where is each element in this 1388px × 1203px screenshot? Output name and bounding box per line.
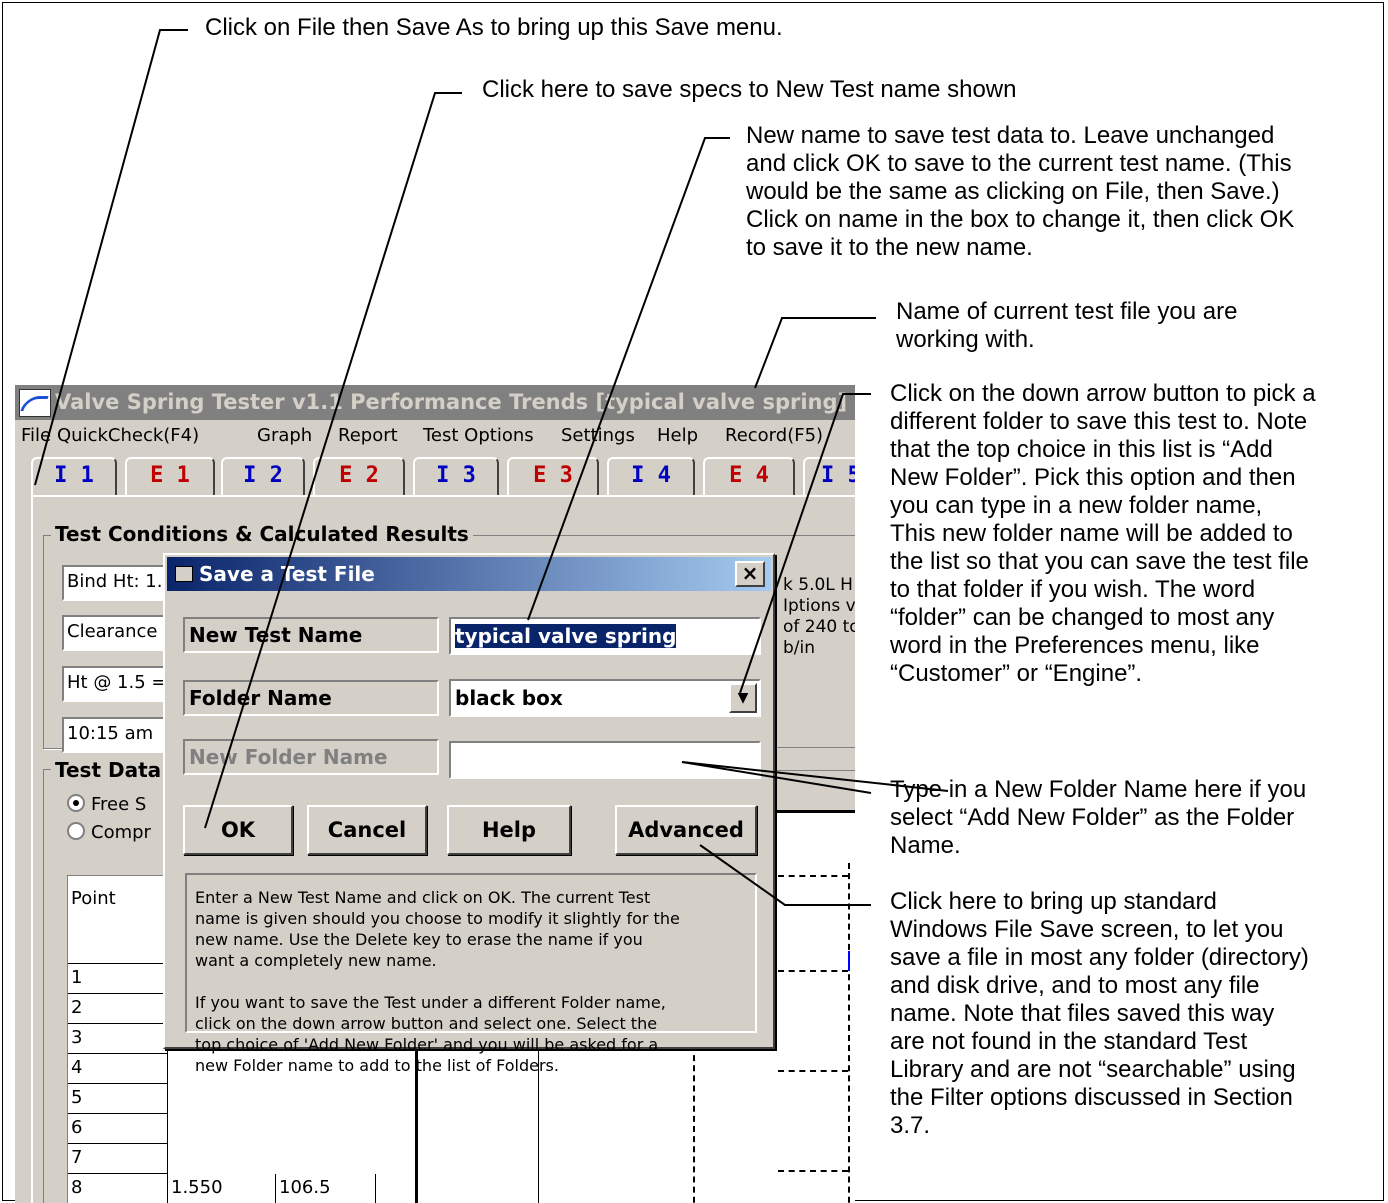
graph-gridline	[778, 1070, 848, 1072]
new-test-name-value: typical valve spring	[455, 624, 677, 648]
annotation-file-save-as: Click on File then Save As to bring up t…	[205, 14, 783, 41]
dialog-titlebar: Save a Test File ×	[167, 557, 771, 591]
annotation-advanced: Click here to bring up standard Windows …	[890, 888, 1309, 1139]
help-button[interactable]: Help	[447, 805, 571, 855]
tab-e1[interactable]: E 1	[125, 457, 215, 495]
radio-free-label: Free S	[91, 794, 147, 815]
save-dialog: Save a Test File × New Test Name typical…	[163, 553, 775, 1075]
menu-report[interactable]: Report	[338, 421, 398, 451]
tab-e3[interactable]: E 3	[507, 457, 599, 495]
menu-graph[interactable]: Graph	[257, 421, 312, 451]
grid-row-5[interactable]: 5	[68, 1084, 168, 1114]
new-test-name-input[interactable]: typical valve spring	[449, 617, 761, 655]
folder-name-value: black box	[455, 686, 563, 710]
spec-text-partial: k 5.0L H Iptions v of 240 to b/in	[783, 575, 855, 658]
grid-cell-8-b[interactable]: 106.5	[276, 1174, 376, 1203]
menu-record[interactable]: Record(F5)	[725, 421, 823, 451]
folder-name-select[interactable]: black box ▼	[449, 679, 761, 717]
chevron-down-icon[interactable]: ▼	[729, 683, 757, 713]
grid-row-7[interactable]: 7	[68, 1144, 168, 1174]
annotation-ok-button: Click here to save specs to New Test nam…	[482, 76, 1017, 103]
graph-gridline	[848, 863, 850, 1203]
tab-strip: I 1 E 1 I 2 E 2 I 3 E 3 I 4 E 4 I 5	[15, 457, 855, 497]
tab-i5[interactable]: I 5	[803, 457, 855, 495]
advanced-button[interactable]: Advanced	[615, 805, 757, 855]
radio-free[interactable]: Free S	[67, 794, 146, 815]
app-title: Valve Spring Tester v1.1 Performance Tre…	[55, 390, 848, 414]
new-test-name-label: New Test Name	[183, 617, 439, 653]
dialog-help-text: Enter a New Test Name and click on OK. T…	[185, 873, 757, 1075]
close-button[interactable]: ×	[735, 561, 765, 587]
tab-i2[interactable]: I 2	[221, 457, 305, 495]
annotation-current-file: Name of current test file you are workin…	[896, 298, 1238, 353]
dialog-title: Save a Test File	[199, 562, 375, 586]
radio-compressed-label: Compr	[91, 822, 151, 843]
grid-row-3[interactable]: 3	[68, 1024, 168, 1054]
menu-settings[interactable]: Settings	[561, 421, 635, 451]
radio-dot-selected-icon	[67, 794, 85, 812]
new-folder-name-input[interactable]	[449, 741, 761, 779]
graph-gridline	[778, 1170, 848, 1172]
grid-row-6[interactable]: 6	[68, 1114, 168, 1144]
grid-cell-8-a[interactable]: 1.550	[168, 1174, 276, 1203]
menu-bar: File QuickCheck(F4) Graph Report Test Op…	[15, 421, 855, 451]
annotation-new-folder-name: Type in a New Folder Name here if you se…	[890, 776, 1307, 859]
tab-i4[interactable]: I 4	[607, 457, 695, 495]
menu-quickcheck[interactable]: QuickCheck(F4)	[57, 421, 199, 451]
cancel-button[interactable]: Cancel	[307, 805, 427, 855]
menu-file[interactable]: File	[21, 421, 51, 451]
radio-dot-icon	[67, 822, 85, 840]
graph-gridline	[778, 875, 848, 877]
grid-row-2[interactable]: 2	[68, 994, 168, 1024]
tab-i3[interactable]: I 3	[413, 457, 499, 495]
menu-help[interactable]: Help	[657, 421, 698, 451]
grid-header-point: Point	[68, 876, 168, 964]
tab-e4[interactable]: E 4	[703, 457, 795, 495]
app-titlebar: Valve Spring Tester v1.1 Performance Tre…	[15, 385, 855, 420]
toolbar-partial	[775, 747, 855, 771]
graph-marker	[848, 951, 850, 971]
app-logo-icon	[19, 389, 51, 417]
radio-compressed[interactable]: Compr	[67, 822, 151, 843]
ok-button[interactable]: OK	[183, 805, 293, 855]
folder-name-label: Folder Name	[183, 680, 439, 716]
conditions-group-label: Test Conditions & Calculated Results	[51, 522, 473, 546]
tab-e2[interactable]: E 2	[313, 457, 405, 495]
dialog-window-icon	[175, 566, 193, 582]
annotation-new-name: New name to save test data to. Leave unc…	[746, 122, 1295, 261]
annotation-folder-dropdown: Click on the down arrow button to pick a…	[890, 380, 1316, 687]
grid-row-1[interactable]: 1	[68, 964, 168, 994]
menu-test-options[interactable]: Test Options	[423, 421, 534, 451]
new-folder-name-label: New Folder Name	[183, 739, 439, 775]
dialog-help-text-content: Enter a New Test Name and click on OK. T…	[195, 888, 680, 1075]
grid-row-8[interactable]: 8	[68, 1174, 168, 1203]
graph-gridline	[778, 970, 848, 972]
tab-i1[interactable]: I 1	[31, 457, 117, 495]
data-group-label: Test Data	[51, 758, 166, 782]
grid-row-4[interactable]: 4	[68, 1054, 168, 1084]
